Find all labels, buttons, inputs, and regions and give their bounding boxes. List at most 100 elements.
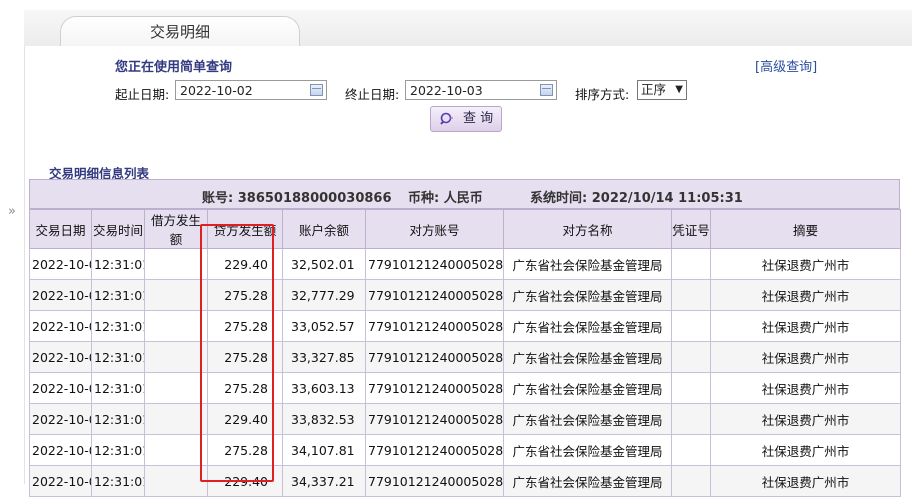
cell-balance: 34,337.21 [282, 465, 366, 497]
system-time: 系统时间: 2022/10/14 11:05:31 [530, 191, 743, 206]
cell-date: 2022-10-02 [29, 279, 92, 311]
header-balance[interactable]: 账户余额 [282, 209, 366, 249]
cell-time: 12:31:01 [91, 310, 145, 342]
cell-date: 2022-10-02 [29, 434, 92, 466]
cell-debit [144, 465, 208, 497]
header-counterparty-account[interactable]: 对方账号 [365, 209, 504, 249]
cell-summary: 社保退费广州市 [710, 279, 901, 311]
cell-credit: 275.28 [207, 372, 283, 404]
cell-time: 12:31:01 [91, 341, 145, 373]
sort-label: 排序方式: [575, 87, 630, 102]
tab-transaction-detail[interactable]: 交易明细 [60, 16, 300, 47]
cell-time: 12:31:01 [91, 465, 145, 497]
cell-counterparty-account: 77910121240005028 [365, 403, 504, 435]
search-button[interactable]: 查 询 [430, 106, 502, 132]
start-date-label: 起止日期: [115, 87, 170, 102]
cell-balance: 33,052.57 [282, 310, 366, 342]
table-row[interactable]: 2022-10-02 12:31:01 275.28 33,052.57 779… [29, 310, 901, 342]
search-button-label: 查 询 [463, 111, 494, 126]
cell-voucher [671, 248, 711, 280]
content-area: 您正在使用简单查询 [高级查询] 起止日期: 2022-10-02 终止日期: … [24, 46, 913, 497]
cell-balance: 32,502.01 [282, 248, 366, 280]
table-row[interactable]: 2022-10-02 12:31:01 275.28 33,603.13 779… [29, 372, 901, 404]
cell-time: 12:31:01 [91, 248, 145, 280]
end-date-value: 2022-10-03 [410, 83, 483, 98]
table-row[interactable]: 2022-10-02 12:31:01 275.28 32,777.29 779… [29, 279, 901, 311]
cell-summary: 社保退费广州市 [710, 248, 901, 280]
cell-counterparty-name: 广东省社会保险基金管理局 [503, 465, 672, 497]
cell-date: 2022-10-02 [29, 465, 92, 497]
cell-counterparty-name: 广东省社会保险基金管理局 [503, 434, 672, 466]
cell-time: 12:31:01 [91, 372, 145, 404]
cell-credit: 229.40 [207, 403, 283, 435]
cell-summary: 社保退费广州市 [710, 434, 901, 466]
sort-select[interactable]: 正序 ▼ [637, 80, 687, 100]
cell-date: 2022-10-02 [29, 310, 92, 342]
advanced-query-link[interactable]: [高级查询] [755, 56, 817, 75]
cell-voucher [671, 310, 711, 342]
cell-debit [144, 279, 208, 311]
cell-debit [144, 403, 208, 435]
calendar-icon[interactable] [310, 84, 323, 96]
header-debit[interactable]: 借方发生额 [144, 209, 208, 249]
cell-balance: 34,107.81 [282, 434, 366, 466]
chevron-down-icon: ▼ [675, 84, 683, 95]
collapse-left-arrow-icon[interactable]: » [8, 204, 16, 219]
cell-voucher [671, 465, 711, 497]
cell-voucher [671, 341, 711, 373]
cell-voucher [671, 434, 711, 466]
account-info-bar: 账号: 38650188000030866 币种: 人民币 系统时间: 2022… [29, 179, 900, 209]
magnifier-icon [440, 112, 453, 125]
cell-counterparty-name: 广东省社会保险基金管理局 [503, 248, 672, 280]
cell-date: 2022-10-02 [29, 248, 92, 280]
cell-debit [144, 341, 208, 373]
cell-counterparty-name: 广东省社会保险基金管理局 [503, 310, 672, 342]
header-voucher[interactable]: 凭证号 [671, 209, 711, 249]
cell-debit [144, 310, 208, 342]
currency: 币种: 人民币 [408, 191, 483, 206]
cell-counterparty-account: 77910121240005028 [365, 372, 504, 404]
header-summary[interactable]: 摘要 [710, 209, 901, 249]
header-time[interactable]: 交易时间 [91, 209, 145, 249]
end-date-label: 终止日期: [345, 87, 400, 102]
header-date[interactable]: 交易日期 [29, 209, 92, 249]
cell-balance: 33,327.85 [282, 341, 366, 373]
cell-counterparty-account: 77910121240005028 [365, 310, 504, 342]
table-row[interactable]: 2022-10-02 12:31:01 229.40 33,832.53 779… [29, 403, 901, 435]
cell-summary: 社保退费广州市 [710, 341, 901, 373]
table-row[interactable]: 2022-10-02 12:31:01 229.40 32,502.01 779… [29, 248, 901, 280]
cell-balance: 33,832.53 [282, 403, 366, 435]
cell-date: 2022-10-02 [29, 403, 92, 435]
table-row[interactable]: 2022-10-02 12:31:01 275.28 33,327.85 779… [29, 341, 901, 373]
start-date-value: 2022-10-02 [180, 83, 253, 98]
cell-summary: 社保退费广州市 [710, 372, 901, 404]
sort-selected-value: 正序 [641, 82, 667, 97]
cell-time: 12:31:01 [91, 434, 145, 466]
cell-counterparty-account: 77910121240005028 [365, 279, 504, 311]
header-credit[interactable]: 贷方发生额 [207, 209, 283, 249]
cell-balance: 33,603.13 [282, 372, 366, 404]
cell-credit: 229.40 [207, 465, 283, 497]
transaction-panel: 交易明细 您正在使用简单查询 [高级查询] 起止日期: 2022-10-02 终… [24, 10, 913, 497]
cell-credit: 275.28 [207, 310, 283, 342]
cell-credit: 229.40 [207, 248, 283, 280]
cell-credit: 275.28 [207, 341, 283, 373]
cell-date: 2022-10-02 [29, 341, 92, 373]
cell-counterparty-name: 广东省社会保险基金管理局 [503, 372, 672, 404]
table-header-row: 交易日期 交易时间 借方发生额 贷方发生额 账户余额 对方账号 对方名称 凭证号… [29, 209, 901, 249]
transaction-table: 账号: 38650188000030866 币种: 人民币 系统时间: 2022… [29, 179, 901, 497]
end-date-input[interactable]: 2022-10-03 [405, 80, 557, 100]
cell-counterparty-account: 77910121240005028 [365, 248, 504, 280]
cell-time: 12:31:01 [91, 403, 145, 435]
account-number: 账号: 38650188000030866 [202, 191, 392, 206]
calendar-icon[interactable] [540, 84, 553, 96]
cell-debit [144, 372, 208, 404]
table-row[interactable]: 2022-10-02 12:31:01 229.40 34,337.21 779… [29, 465, 901, 497]
cell-counterparty-account: 77910121240005028 [365, 341, 504, 373]
table-row[interactable]: 2022-10-02 12:31:01 275.28 34,107.81 779… [29, 434, 901, 466]
cell-balance: 32,777.29 [282, 279, 366, 311]
cell-counterparty-account: 77910121240005028 [365, 465, 504, 497]
header-counterparty-name[interactable]: 对方名称 [503, 209, 672, 249]
cell-credit: 275.28 [207, 434, 283, 466]
start-date-input[interactable]: 2022-10-02 [175, 80, 327, 100]
